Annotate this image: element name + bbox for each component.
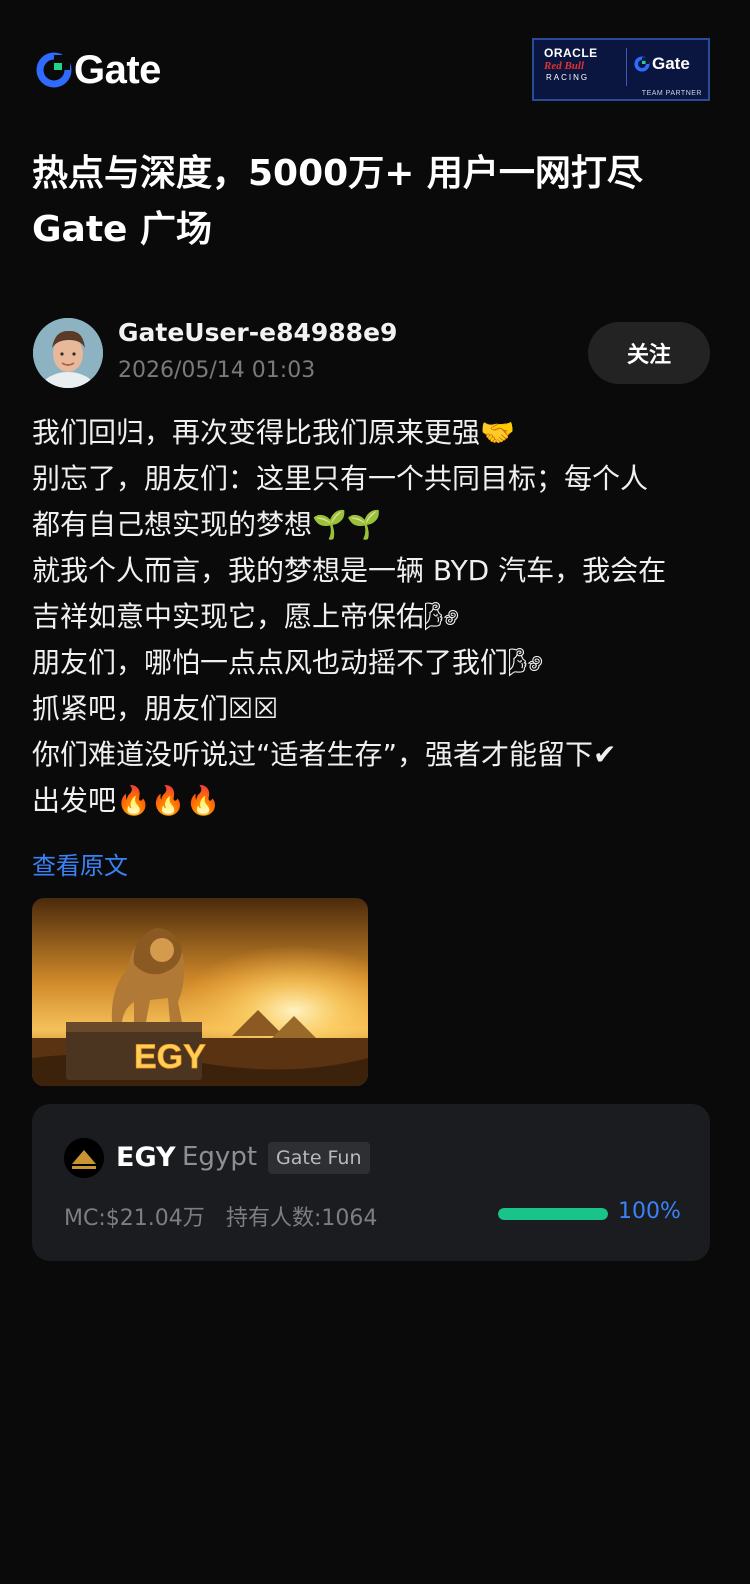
racing-text: RACING: [546, 73, 590, 82]
token-badge: Gate Fun: [268, 1142, 370, 1174]
gate-logo[interactable]: Gate: [36, 50, 161, 90]
gate-logo-text: Gate: [74, 48, 161, 92]
post-line: 我们回归，再次变得比我们原来更强🤝: [32, 416, 515, 449]
team-partner-banner[interactable]: ORACLE Red Bull RACING Gate TEAM PARTNER: [532, 38, 710, 101]
username[interactable]: GateUser-e84988e9: [118, 318, 397, 347]
post-line: 都有自己想实现的梦想🌱🌱: [32, 508, 382, 541]
post-image[interactable]: EGY: [32, 898, 368, 1086]
token-egy-icon: [64, 1138, 104, 1178]
headline-line-1: 热点与深度，5000万+ 用户一网打尽: [32, 153, 643, 194]
post-image-label: EGY: [134, 1038, 206, 1076]
token-progress-fill: [498, 1208, 608, 1220]
post-body: 我们回归，再次变得比我们原来更强🤝 别忘了，朋友们：这里只有一个共同目标；每个人…: [32, 410, 722, 824]
header: Gate ORACLE Red Bull RACING Gate TEAM PA…: [0, 0, 750, 140]
token-holders: 持有人数:1064: [226, 1206, 378, 1231]
oracle-text: ORACLE: [544, 46, 598, 60]
post-line: 你们难道没听说过“适者生存”，强者才能留下✔: [32, 738, 617, 771]
page: Gate ORACLE Red Bull RACING Gate TEAM PA…: [0, 0, 750, 1584]
page-headline: 热点与深度，5000万+ 用户一网打尽 Gate 广场: [32, 146, 722, 258]
post-timestamp: 2026/05/14 01:03: [118, 358, 316, 383]
token-name: Egypt: [182, 1142, 258, 1172]
post-line: 朋友们，哪怕一点点风也动摇不了我们🌬: [32, 646, 544, 679]
lion-pyramid-illustration: EGY: [32, 898, 368, 1086]
post-line: 抓紧吧，朋友们☒☒: [32, 692, 279, 725]
team-partner-text: TEAM PARTNER: [641, 90, 702, 97]
partner-gate-text: Gate: [652, 54, 690, 73]
gate-logo-icon: [36, 52, 72, 88]
post-line: 就我个人而言，我的梦想是一辆 BYD 汽车，我会在: [32, 554, 667, 587]
token-symbol: EGY: [116, 1142, 176, 1173]
redbull-text: Red Bull: [544, 60, 585, 72]
post-line: 别忘了，朋友们：这里只有一个共同目标；每个人: [32, 462, 649, 495]
partner-divider: [626, 48, 627, 86]
token-progress-label: 100%: [618, 1199, 681, 1224]
view-original-link[interactable]: 查看原文: [32, 846, 128, 881]
user-avatar[interactable]: [33, 318, 103, 388]
gate-small-icon: [634, 56, 650, 72]
follow-button[interactable]: 关注: [588, 322, 710, 384]
partner-gate-logo: Gate: [634, 54, 690, 74]
headline-line-2: Gate 广场: [32, 209, 213, 250]
avatar-portrait: [33, 318, 103, 388]
token-market-cap: MC:$21.04万: [64, 1206, 205, 1231]
post-line: 吉祥如意中实现它，愿上帝保佑🌬: [32, 600, 460, 633]
token-card[interactable]: EGY Egypt Gate Fun MC:$21.04万 持有人数:1064 …: [32, 1104, 710, 1261]
post-line: 出发吧🔥🔥🔥: [32, 784, 221, 817]
token-progress-bar: [498, 1208, 608, 1220]
